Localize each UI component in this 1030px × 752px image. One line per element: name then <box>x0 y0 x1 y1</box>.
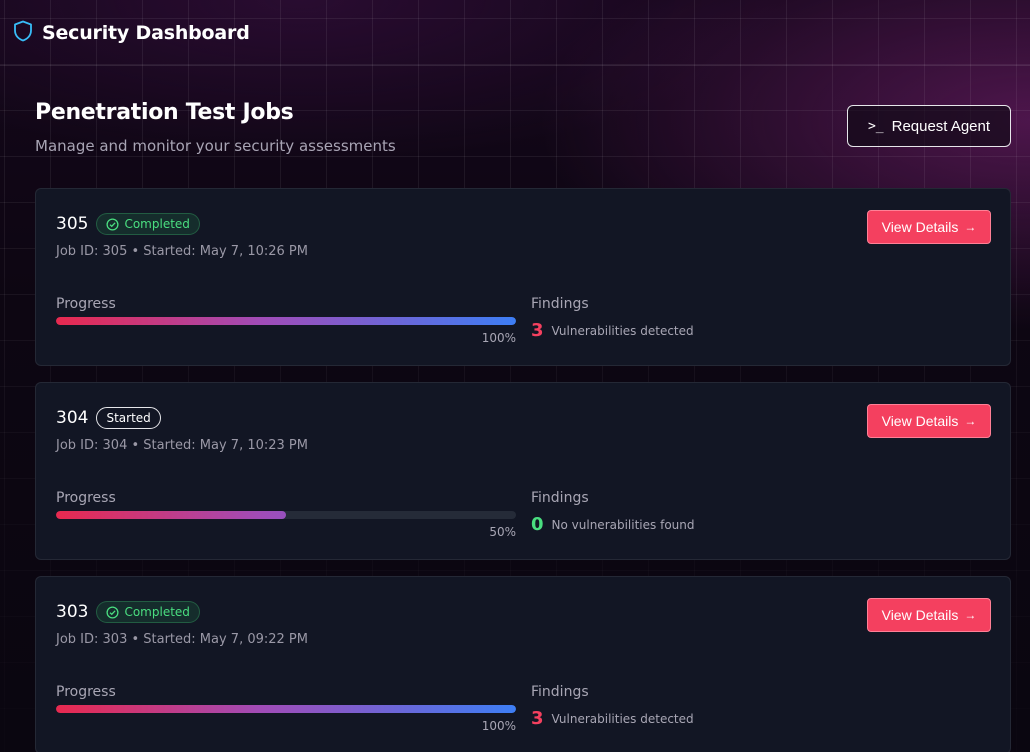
progress-fill <box>56 317 516 325</box>
job-meta: Job ID: 303 • Started: May 7, 09:22 PM <box>56 632 308 647</box>
progress-bar <box>56 317 516 325</box>
page-title: Penetration Test Jobs <box>35 100 294 125</box>
arrow-right-icon: → <box>964 220 977 234</box>
status-badge: Started <box>96 407 161 429</box>
arrow-right-icon: → <box>964 608 977 622</box>
check-circle-icon <box>106 605 119 619</box>
findings-count: 3 <box>531 708 544 729</box>
job-name: 303 <box>56 602 89 622</box>
progress-fill <box>56 511 286 519</box>
job-name: 304 <box>56 408 89 428</box>
job-card-303: 303 Completed Job ID: 303 • Started: May… <box>35 576 1011 752</box>
arrow-right-icon: → <box>964 414 977 428</box>
findings-summary: 0 No vulnerabilities found <box>531 514 694 535</box>
app-title: Security Dashboard <box>42 21 250 44</box>
terminal-prompt-icon: >_ <box>867 118 884 134</box>
shield-icon <box>13 20 33 46</box>
findings-label: Findings <box>531 490 589 506</box>
progress-label: Progress <box>56 296 116 312</box>
view-details-label: View Details <box>881 607 959 623</box>
brand[interactable]: Security Dashboard <box>13 20 250 46</box>
view-details-label: View Details <box>881 219 959 235</box>
findings-summary: 3 Vulnerabilities detected <box>531 708 694 729</box>
top-bar: Security Dashboard <box>0 0 1030 66</box>
page-header: Penetration Test Jobs Manage and monitor… <box>35 100 396 155</box>
findings-count: 0 <box>531 514 544 535</box>
progress-percent: 50% <box>489 525 516 539</box>
status-label: Started <box>106 411 151 425</box>
progress-label: Progress <box>56 684 116 700</box>
view-details-button[interactable]: View Details → <box>867 598 991 632</box>
request-agent-button[interactable]: >_ Request Agent <box>847 105 1011 147</box>
page-subtitle: Manage and monitor your security assessm… <box>35 137 396 155</box>
progress-bar <box>56 705 516 713</box>
findings-text: Vulnerabilities detected <box>551 711 694 726</box>
findings-label: Findings <box>531 296 589 312</box>
progress-bar <box>56 511 516 519</box>
view-details-label: View Details <box>881 413 959 429</box>
progress-label: Progress <box>56 490 116 506</box>
progress-percent: 100% <box>481 719 516 733</box>
request-agent-label: Request Agent <box>891 117 991 135</box>
job-meta: Job ID: 305 • Started: May 7, 10:26 PM <box>56 244 308 259</box>
view-details-button[interactable]: View Details → <box>867 210 991 244</box>
findings-count: 3 <box>531 320 544 341</box>
status-label: Completed <box>124 605 190 619</box>
progress-fill <box>56 705 516 713</box>
status-badge: Completed <box>96 601 200 623</box>
view-details-button[interactable]: View Details → <box>867 404 991 438</box>
check-circle-icon <box>106 217 119 231</box>
findings-text: No vulnerabilities found <box>551 517 695 532</box>
status-badge: Completed <box>96 213 200 235</box>
findings-text: Vulnerabilities detected <box>551 323 694 338</box>
findings-label: Findings <box>531 684 589 700</box>
findings-summary: 3 Vulnerabilities detected <box>531 320 694 341</box>
job-name: 305 <box>56 214 89 234</box>
status-label: Completed <box>124 217 190 231</box>
job-meta: Job ID: 304 • Started: May 7, 10:23 PM <box>56 438 308 453</box>
job-card-304: 304 Started Job ID: 304 • Started: May 7… <box>35 382 1011 560</box>
progress-percent: 100% <box>481 331 516 345</box>
job-card-305: 305 Completed Job ID: 305 • Started: May… <box>35 188 1011 366</box>
